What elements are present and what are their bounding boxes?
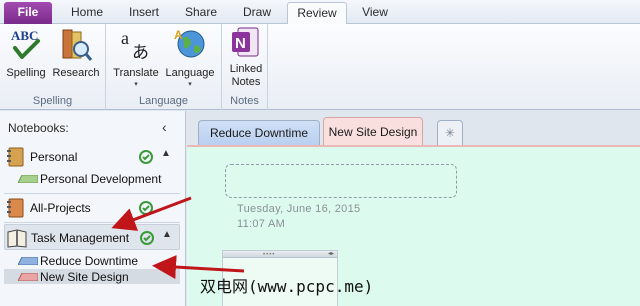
sync-status-icon (139, 150, 153, 164)
resize-handle-icon[interactable]: ◂▸ (328, 251, 334, 257)
page-date: Tuesday, June 16, 2015 (237, 203, 361, 215)
watermark: 双电网(www.pcpc.me) (200, 277, 374, 296)
notebook-pane: Notebooks: ‹ Personal ▲ Personal Develop… (0, 111, 186, 306)
tab-new-site-design[interactable]: New Site Design (323, 117, 423, 147)
research-button[interactable]: Research (50, 26, 102, 80)
language-button[interactable]: A Language ▾ (162, 26, 218, 89)
translate-button[interactable]: a あ Translate ▾ (110, 26, 162, 89)
ribbon: ABC Spelling Research Spelling a あ Trans… (0, 24, 640, 110)
section-label: Personal Development (40, 172, 162, 186)
divider (4, 193, 180, 194)
section-tab-icon (18, 257, 38, 265)
svg-text:A: A (174, 28, 183, 42)
language-label: Language (165, 67, 215, 79)
svg-text:ABC: ABC (11, 28, 38, 43)
page-time: 11:07 AM (237, 218, 286, 230)
add-section-icon[interactable]: ✳ (437, 120, 463, 146)
tab-share[interactable]: Share (178, 2, 224, 24)
notebook-label: Personal (30, 150, 78, 164)
onenote-linked-notes-icon: N (232, 27, 259, 57)
linked-notes-label-line1: Linked (229, 63, 263, 75)
language-globe-icon: A (174, 28, 205, 58)
translate-dropdown-icon[interactable]: ▾ (110, 81, 162, 89)
divider (4, 222, 180, 223)
notebook-label: Task Management (31, 231, 130, 245)
section-reduce-downtime[interactable]: Reduce Downtime (4, 253, 180, 268)
tab-home[interactable]: Home (62, 2, 112, 24)
sync-status-icon (140, 231, 154, 245)
svg-text:あ: あ (132, 43, 149, 63)
notebook-task-management[interactable]: Task Management ▲ (4, 224, 180, 250)
tab-review[interactable]: Review (287, 2, 347, 25)
group-label-language: Language (139, 95, 188, 107)
spelling-label: Spelling (6, 67, 46, 79)
notebook-personal[interactable]: Personal ▲ (4, 144, 180, 170)
collapse-notebook-icon[interactable]: ▲ (161, 148, 171, 159)
group-notes: N Linked Notes Notes (222, 24, 268, 110)
section-tab-icon (18, 273, 38, 281)
sync-status-icon (139, 201, 153, 215)
tab-insert[interactable]: Insert (120, 2, 168, 24)
tab-view[interactable]: View (352, 2, 398, 24)
spelling-abc-icon: ABC (11, 28, 40, 59)
section-label: New Site Design (40, 270, 129, 284)
group-label-spelling: Spelling (32, 95, 73, 107)
group-spelling: ABC Spelling Research Spelling (0, 24, 106, 110)
collapse-pane-icon[interactable]: ‹ (162, 119, 167, 135)
group-label-notes: Notes (230, 95, 259, 107)
section-personal-development[interactable]: Personal Development (4, 171, 180, 186)
note-container-handle[interactable]: •••• ◂▸ (223, 251, 337, 258)
tab-file[interactable]: File (4, 2, 52, 24)
section-tab-strip: Reduce Downtime New Site Design ✳ (187, 111, 640, 147)
notebooks-title: Notebooks: (8, 121, 69, 135)
translate-icon: a あ (121, 28, 149, 63)
notebook-label: All-Projects (30, 201, 91, 215)
tab-draw[interactable]: Draw (234, 2, 280, 24)
linked-notes-button[interactable]: N Linked Notes (226, 26, 266, 89)
notebook-icon (7, 147, 24, 167)
linked-notes-label-line2: Notes (231, 76, 261, 88)
research-books-icon (62, 29, 93, 61)
translate-label: Translate (113, 67, 159, 79)
research-label: Research (52, 67, 100, 79)
page-title-field[interactable] (225, 164, 457, 198)
section-tab-icon (18, 175, 38, 183)
language-dropdown-icon[interactable]: ▾ (162, 81, 218, 89)
open-notebook-icon (7, 229, 27, 248)
notebook-icon (7, 198, 24, 218)
group-language: a あ Translate ▾ A Language ▾ Language (106, 24, 222, 110)
section-label: Reduce Downtime (40, 254, 139, 268)
collapse-notebook-icon[interactable]: ▲ (162, 229, 172, 240)
spelling-button[interactable]: ABC Spelling (4, 26, 48, 80)
tab-reduce-downtime[interactable]: Reduce Downtime (198, 120, 320, 146)
ribbon-tab-bar: File Home Insert Share Draw Review View (0, 0, 640, 25)
section-new-site-design[interactable]: New Site Design (4, 269, 180, 284)
svg-text:N: N (235, 35, 246, 52)
drag-handle-icon: •••• (263, 252, 276, 258)
notebook-all-projects[interactable]: All-Projects (4, 195, 180, 221)
svg-text:a: a (121, 28, 129, 48)
